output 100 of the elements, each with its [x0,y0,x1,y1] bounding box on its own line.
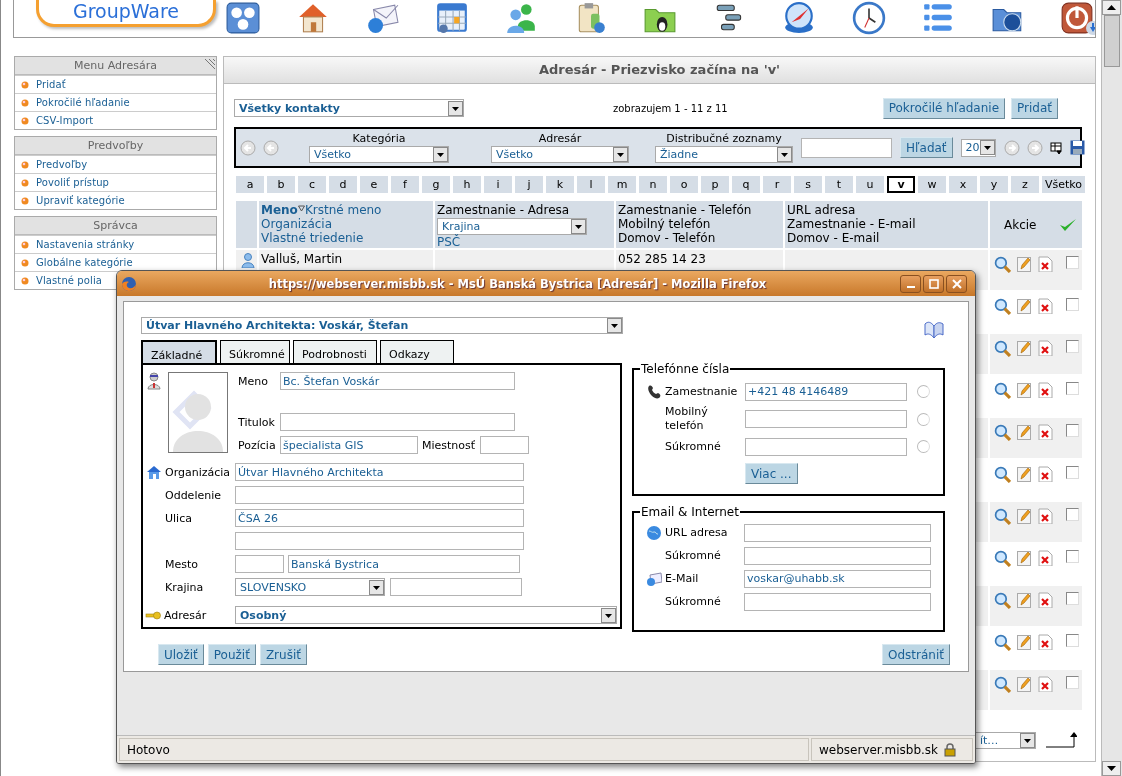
sidebar-link[interactable]: Upraviť kategórie [36,195,125,206]
page-title: Adresár - Priezvisko začína na 'v' [224,57,1095,84]
letter-filter[interactable]: l [577,176,605,193]
filter-label: Distribučné zoznamy [666,132,782,145]
letter-filter[interactable]: i [484,176,512,193]
column-title: Zamestnanie - E-mail [787,217,916,231]
filter-label: Adresár [538,132,582,145]
tab[interactable]: Súkromné [220,340,290,363]
field-label: URL adresa [665,526,729,539]
status-text: Hotovo [127,742,170,757]
field-label: Ulica [165,511,193,525]
tab[interactable]: Základné [141,340,217,363]
letter-filter[interactable]: m [608,176,636,193]
text-field[interactable]: špecialista GIS [280,436,418,454]
text-field[interactable]: Útvar Hlavného Architekta [235,463,524,481]
letter-filter[interactable]: b [267,176,295,193]
letter-filter[interactable]: w [918,176,946,193]
field-label: Mobilný telefón [665,405,709,433]
dropdown[interactable]: Všetko [309,146,449,163]
tab[interactable]: Odkazy [380,340,454,363]
letter-filter[interactable]: a [236,176,264,193]
letter-filter[interactable]: x [949,176,977,193]
result-count: zobrazujem 1 - 11 z 11 [611,102,729,114]
letter-filter[interactable]: Všetko [1042,176,1085,193]
column-title: Domov - E-mail [787,231,880,245]
host-name: webserver.misbb.sk [819,742,939,757]
sidebar-link[interactable]: Predvoľby [36,159,88,170]
letter-filter[interactable]: n [639,176,667,193]
sidebar-link[interactable]: Nastavenia stránky [36,239,135,250]
button[interactable]: Uložiť [158,644,204,665]
filter-label: Kategória [352,132,406,145]
tab[interactable]: Podrobnosti [293,340,377,363]
text-field[interactable]: Bc. Štefan Voskár [280,372,515,390]
text-field[interactable]: +421 48 4146489 [745,382,907,401]
column-title: Domov - Telefón [618,231,716,245]
field-label: Súkromné [665,439,722,454]
delete-button[interactable]: Odstrániť [882,644,950,665]
field-label: Meno [238,374,269,388]
dropdown[interactable]: Osobný [235,606,617,624]
column-title: URL adresa [787,203,856,217]
text-field[interactable]: Banská Bystrica [288,555,520,573]
letter-filter[interactable]: p [701,176,729,193]
panel-title: Menu Adresára [15,57,216,75]
sidebar-link[interactable]: Pridať [36,79,66,90]
letter-filter[interactable]: r [763,176,791,193]
letter-filter[interactable]: t [825,176,853,193]
sidebar-link[interactable]: CSV-Import [36,115,94,126]
letter-filter[interactable]: y [980,176,1008,193]
sort-link[interactable]: PSČ [437,235,461,249]
dropdown[interactable]: 20 [960,138,996,157]
panel-title: Predvoľby [15,137,216,155]
letter-filter[interactable]: z [1011,176,1039,193]
field-label: Adresár [164,608,208,622]
letter-filter[interactable]: s [794,176,822,193]
section-title: Telefónne čísla [640,362,731,376]
column-title: Mobilný telefón [618,217,711,231]
letter-filter[interactable]: o [670,176,698,193]
letter-filter[interactable]: v [887,176,915,193]
sort-link[interactable]: Organizácia [261,217,332,231]
column-title: Zamestnanie - Adresa [437,203,570,217]
sidebar-link[interactable]: Pokročilé hľadanie [36,97,130,108]
sidebar-link[interactable]: Povoliť prístup [36,177,110,188]
letter-filter[interactable]: k [546,176,574,193]
text-field[interactable]: ČSA 26 [235,509,524,527]
logo[interactable]: GroupWare [36,0,216,27]
button[interactable]: Zrušiť [259,644,307,665]
sidebar-link[interactable]: Globálne kategórie [36,257,133,268]
dropdown[interactable]: Žiadne [655,146,793,163]
sidebar-link[interactable]: Vlastné polia [36,275,102,286]
sort-link[interactable]: Meno [261,203,298,217]
dropdown[interactable]: Všetky kontakty [234,99,464,117]
text-field[interactable]: voskar@uhabb.sk [744,569,931,588]
field-label: E-Mail [665,572,700,585]
letter-filter[interactable]: q [732,176,760,193]
dropdown[interactable]: ít… [975,731,1036,749]
dropdown[interactable]: SLOVENSKO [235,578,385,596]
button[interactable]: Pridať [1011,97,1058,119]
dropdown[interactable]: Krajina [437,218,587,235]
dropdown[interactable]: Útvar Hlavného Architekta: Voskár, Štefan [141,317,623,334]
field-label: Pozícia [238,438,277,452]
sort-link[interactable]: Vlastné triedenie [261,231,364,245]
search-button[interactable]: Hľadať [900,137,953,158]
more-button[interactable]: Viac ... [745,463,798,484]
sort-link[interactable]: Krstné meno [304,203,382,217]
letter-filter[interactable]: g [422,176,450,193]
button[interactable]: Pokročilé hľadanie [882,97,1006,119]
section-title: Email & Internet [640,505,740,519]
letter-filter[interactable]: c [298,176,326,193]
dropdown[interactable]: Všetko [491,146,629,163]
letter-filter[interactable]: h [453,176,481,193]
letter-filter[interactable]: u [856,176,884,193]
letter-filter[interactable]: f [391,176,419,193]
field-label: Oddelenie [165,488,222,502]
button[interactable]: Použiť [207,644,256,665]
letter-filter[interactable]: e [360,176,388,193]
letter-filter[interactable]: d [329,176,357,193]
letter-filter[interactable]: j [515,176,543,193]
field-label: Súkromné [665,549,722,562]
field-label: Krajina [165,580,205,594]
field-label: Mesto [165,557,200,571]
